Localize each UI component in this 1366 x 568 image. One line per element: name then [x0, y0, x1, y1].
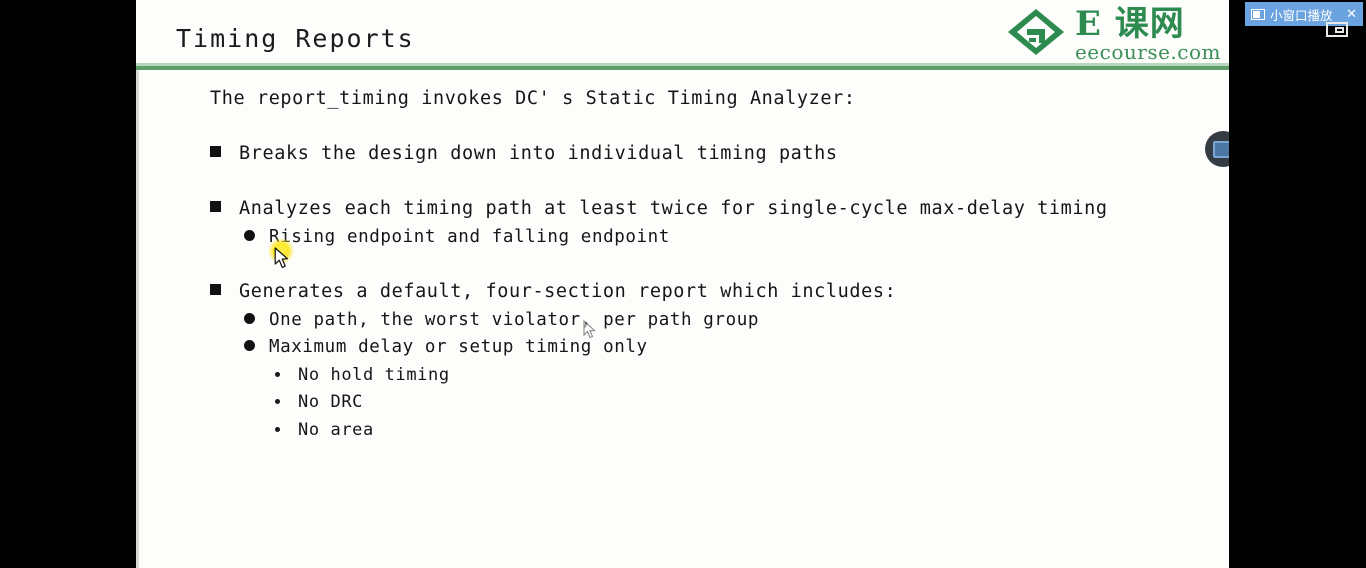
round-bullet-icon — [244, 230, 255, 241]
dot-bullet-icon — [275, 399, 280, 404]
picture-in-picture-icon[interactable] — [1326, 22, 1348, 37]
round-bullet-icon — [244, 340, 255, 351]
video-player-frame: Timing Reports E 课网 eecourse.com The rep… — [0, 0, 1366, 568]
list-item: No area — [275, 420, 374, 440]
list-item: Generates a default, four-section report… — [210, 281, 896, 302]
list-item: Analyzes each timing path at least twice… — [210, 198, 1108, 219]
slide-body: The report_timing invokes DC' s Static T… — [136, 68, 1229, 568]
pip-tooltip-label: 小窗口播放 — [1270, 7, 1333, 23]
list-item-label: No area — [298, 420, 374, 440]
mini-player-icon — [1213, 140, 1229, 158]
brand-text: E 课网 eecourse.com — [1075, 7, 1221, 62]
page-title: Timing Reports — [176, 24, 415, 53]
list-item: Breaks the design down into individual t… — [210, 143, 838, 164]
list-item-label: No DRC — [298, 392, 364, 412]
list-item-label: Maximum delay or setup timing only — [269, 337, 648, 357]
cursor — [268, 238, 308, 278]
list-item: No hold timing — [275, 365, 450, 385]
slide-header: Timing Reports E 课网 eecourse.com — [136, 0, 1229, 70]
list-item: One path, the worst violator, per path g… — [244, 310, 759, 330]
slide-canvas: Timing Reports E 课网 eecourse.com The rep… — [136, 0, 1229, 568]
square-bullet-icon — [210, 284, 221, 295]
eecourse-logo-icon — [1007, 9, 1064, 55]
list-item-label: Breaks the design down into individual t… — [239, 143, 838, 164]
brand-logo: E 课网 eecourse.com — [1005, 6, 1221, 62]
square-bullet-icon — [210, 201, 221, 212]
mouse-pointer-icon — [274, 247, 288, 268]
dot-bullet-icon — [275, 372, 280, 377]
lead-sentence: The report_timing invokes DC' s Static T… — [210, 88, 856, 109]
list-item-label: Generates a default, four-section report… — [239, 281, 897, 302]
round-bullet-icon — [244, 313, 255, 324]
list-item-label: Analyzes each timing path at least twice… — [239, 198, 1108, 219]
list-item: Maximum delay or setup timing only — [244, 337, 648, 357]
mouse-pointer-icon — [583, 320, 596, 339]
dot-bullet-icon — [275, 427, 280, 432]
close-icon[interactable]: ✕ — [1344, 7, 1357, 22]
list-item-label: One path, the worst violator, per path g… — [269, 310, 759, 330]
brand-url: eecourse.com — [1074, 39, 1221, 64]
list-item-label: Rising endpoint and falling endpoint — [269, 227, 670, 247]
small-window-icon — [1251, 8, 1265, 20]
brand-name: E 课网 — [1074, 3, 1185, 44]
square-bullet-icon — [210, 146, 221, 157]
list-item: No DRC — [275, 392, 363, 412]
list-item-label: No hold timing — [298, 365, 450, 385]
